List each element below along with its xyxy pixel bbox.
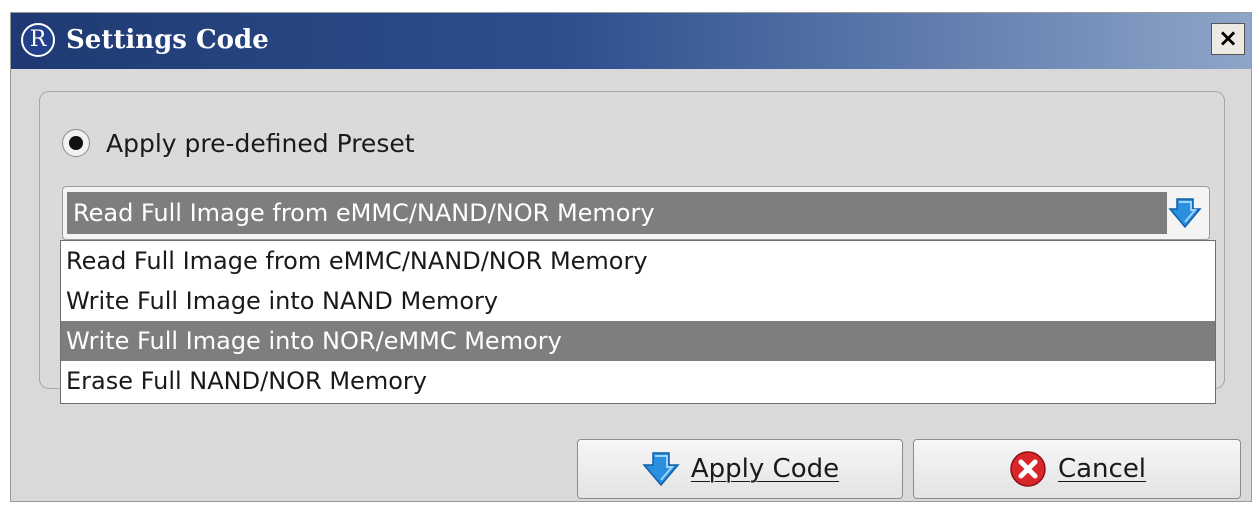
apply-code-button[interactable]: Apply Code bbox=[577, 439, 903, 499]
preset-combobox[interactable]: Read Full Image from eMMC/NAND/NOR Memor… bbox=[62, 186, 1210, 240]
combo-selected-value[interactable]: Read Full Image from eMMC/NAND/NOR Memor… bbox=[67, 192, 1167, 234]
dropdown-option[interactable]: Write Full Image into NAND Memory bbox=[61, 281, 1215, 321]
down-arrow-icon bbox=[642, 452, 680, 487]
apply-code-label: Apply Code bbox=[690, 454, 840, 484]
title-bar[interactable]: R Settings Code × bbox=[11, 13, 1251, 69]
preset-dropdown-list[interactable]: Read Full Image from eMMC/NAND/NOR Memor… bbox=[60, 240, 1216, 404]
preset-radio[interactable] bbox=[62, 129, 90, 157]
cancel-label: Cancel bbox=[1057, 454, 1147, 484]
combo-arrow-icon[interactable] bbox=[1167, 195, 1203, 231]
cancel-button[interactable]: Cancel bbox=[913, 439, 1241, 499]
window-title: Settings Code bbox=[66, 25, 269, 55]
preset-radio-label: Apply pre-defined Preset bbox=[106, 128, 415, 158]
dropdown-option[interactable]: Read Full Image from eMMC/NAND/NOR Memor… bbox=[61, 241, 1215, 281]
app-logo-icon: R bbox=[21, 23, 55, 57]
error-x-icon bbox=[1010, 451, 1046, 487]
preset-radio-option[interactable]: Apply pre-defined Preset bbox=[62, 126, 415, 160]
dropdown-option[interactable]: Erase Full NAND/NOR Memory bbox=[61, 361, 1215, 401]
radio-selected-dot bbox=[69, 136, 83, 150]
close-button[interactable]: × bbox=[1211, 23, 1245, 55]
dropdown-option-highlighted[interactable]: Write Full Image into NOR/eMMC Memory bbox=[61, 321, 1215, 361]
